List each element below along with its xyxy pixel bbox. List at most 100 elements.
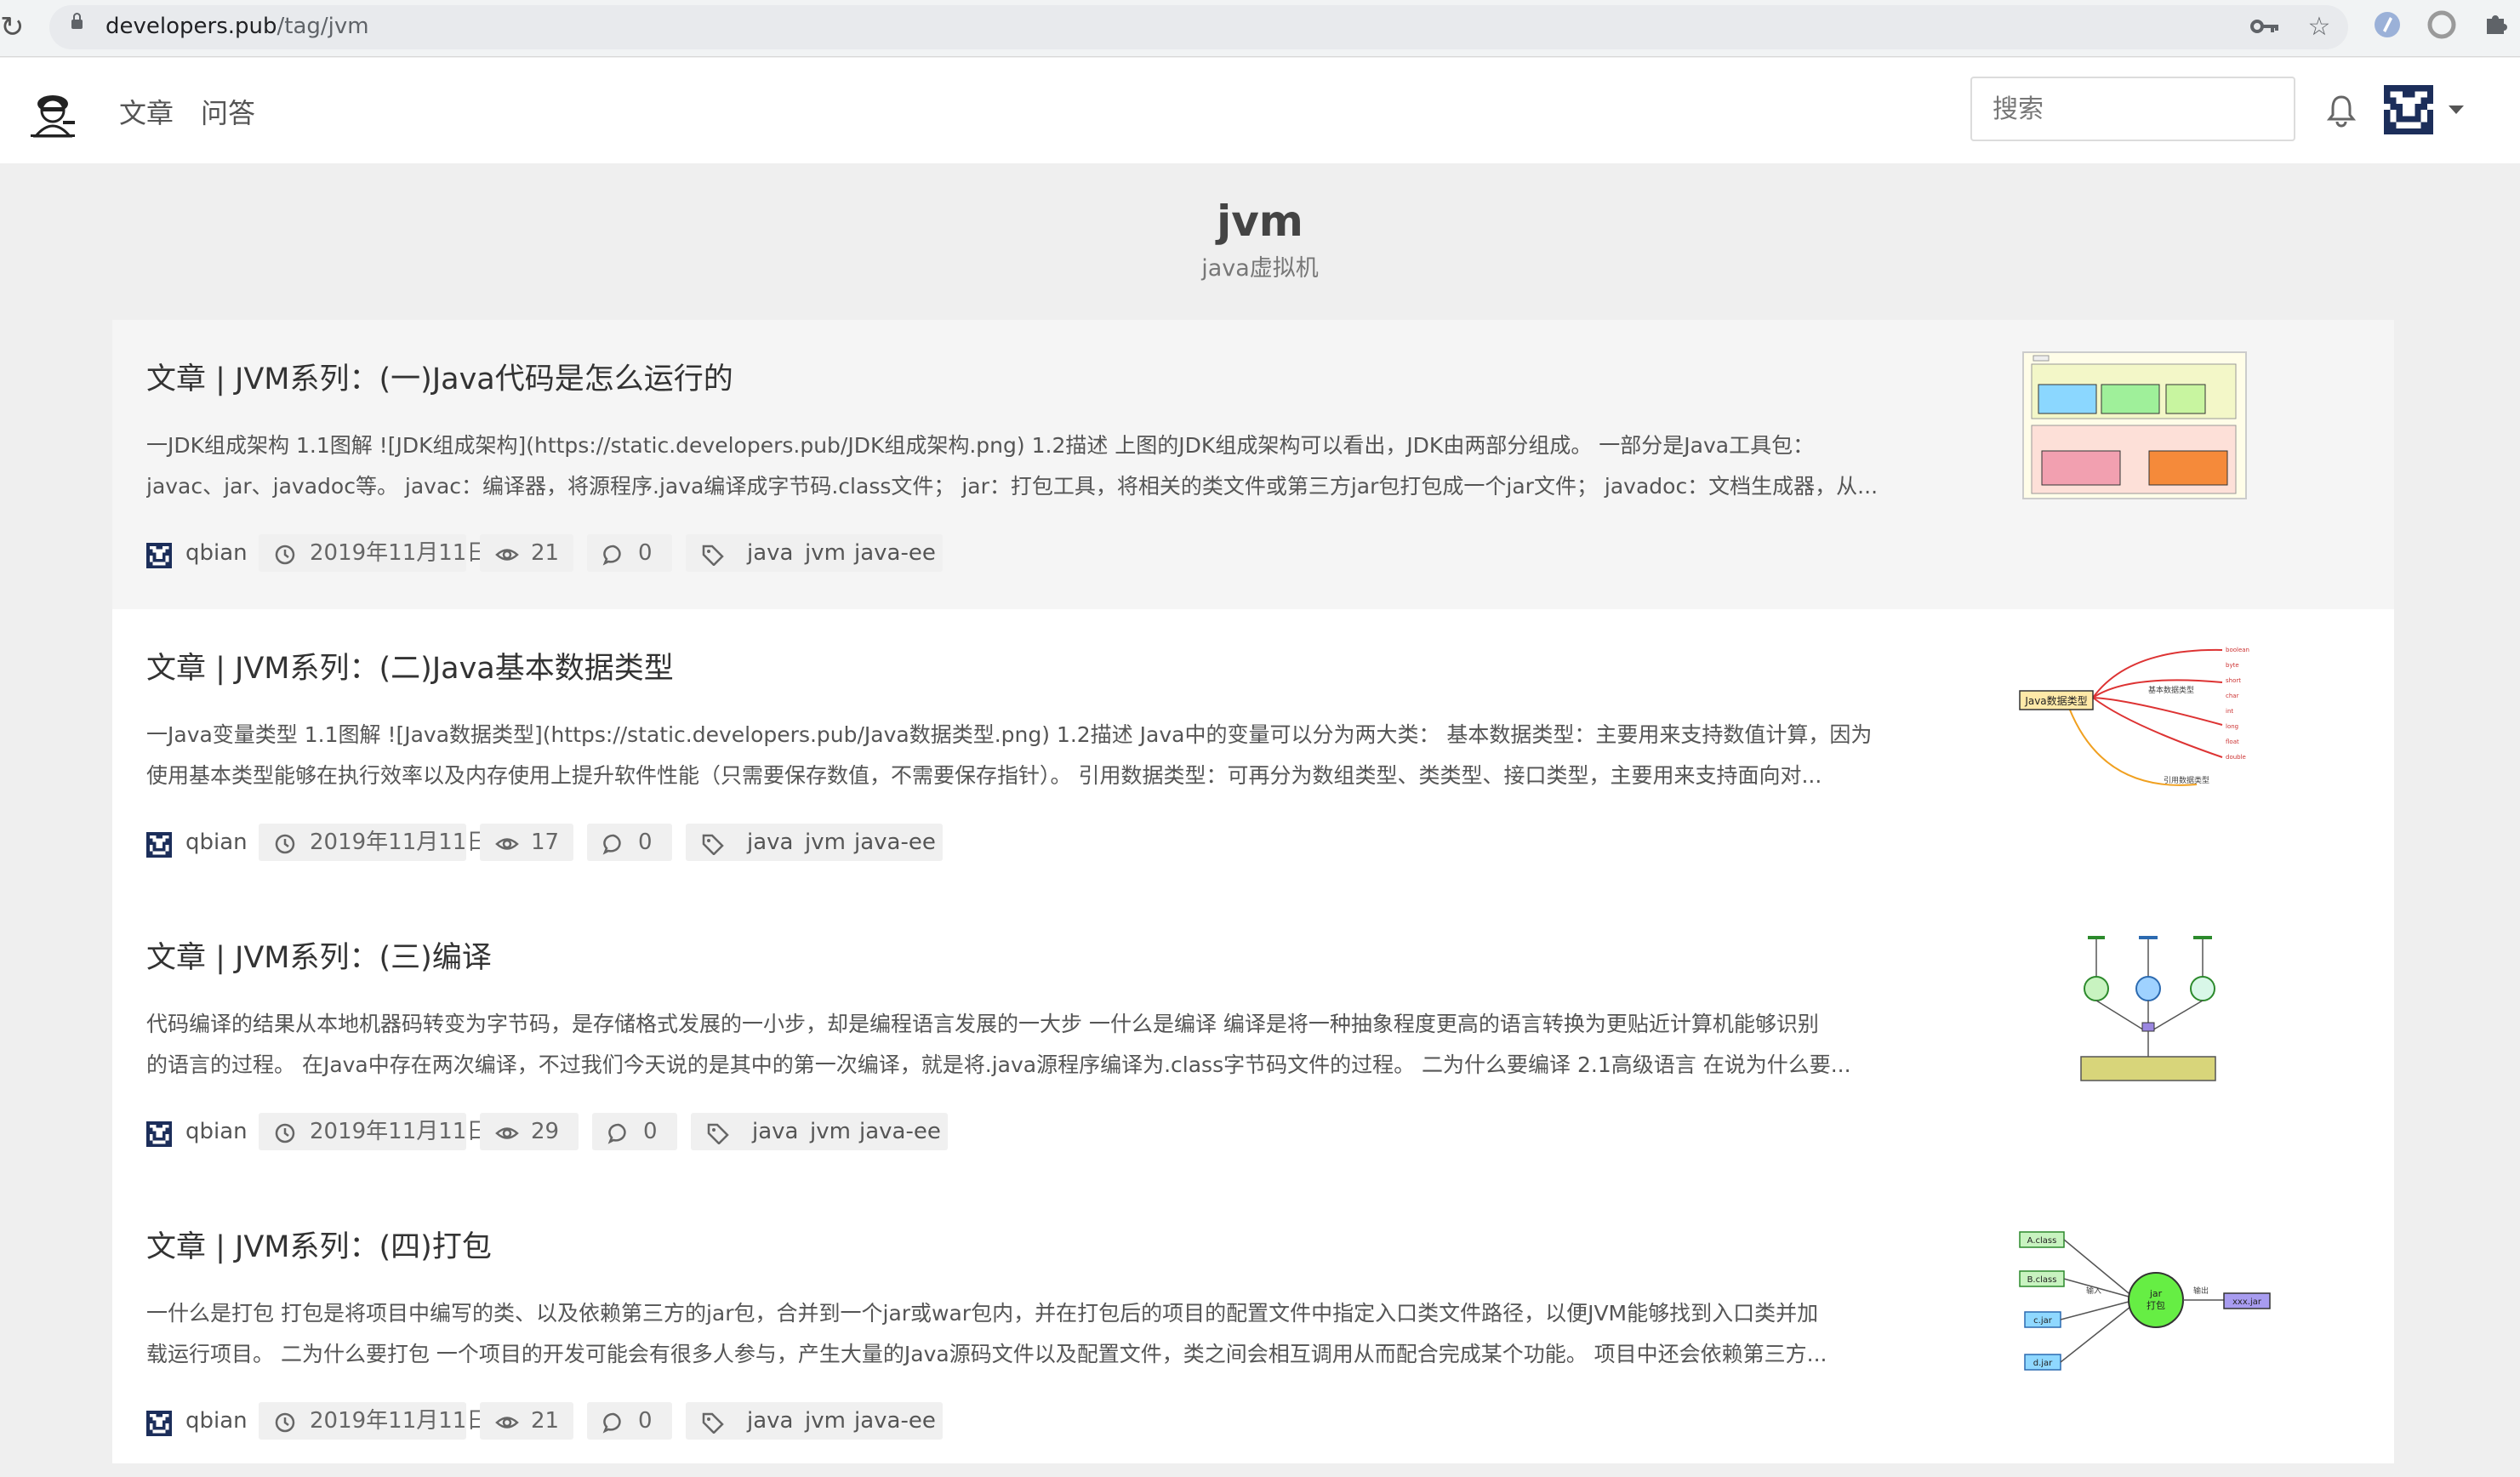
extension-icon[interactable]: [2425, 10, 2459, 44]
summary-line: 使用基本类型能够在执行效率以及内存使用上提升软件性能（只需要保存数值，不需要保存…: [146, 763, 1822, 788]
summary-line: 一Java变量类型 1.1图解 ![Java数据类型](https://stat…: [146, 722, 1873, 747]
tag-link[interactable]: java-ee: [854, 536, 936, 570]
tag-link[interactable]: jvm: [805, 825, 846, 859]
tag-link[interactable]: java: [747, 825, 793, 859]
author-avatar[interactable]: [146, 543, 172, 568]
article-thumbnail[interactable]: A.class B.class c.jar d.jar 输入 jar 打包 输出…: [2001, 1218, 2273, 1389]
summary-line: 一JDK组成架构 1.1图解 ![JDK组成架构](https://static…: [146, 433, 1815, 458]
article-title[interactable]: 文章 | JVM系列：(二)Java基本数据类型: [146, 648, 674, 689]
article-summary: 一JDK组成架构 1.1图解 ![JDK组成架构](https://static…: [146, 425, 2015, 507]
key-icon[interactable]: [2248, 10, 2282, 44]
tag-link[interactable]: jvm: [810, 1115, 851, 1149]
article-item[interactable]: 文章 | JVM系列：(一)Java代码是怎么运行的 一JDK组成架构 1.1图…: [112, 320, 2394, 609]
view-count: 17: [531, 830, 560, 855]
tag-icon: [702, 1412, 724, 1434]
thumb-label: float: [2226, 738, 2239, 745]
thumb-label: A.class: [2027, 1236, 2057, 1246]
thumb-label: c.jar: [2033, 1316, 2053, 1326]
author-name[interactable]: qbian: [185, 1404, 248, 1438]
url-text[interactable]: developers.pub/tag/jvm: [105, 12, 369, 41]
view-count: 21: [531, 540, 560, 566]
article-item[interactable]: 文章 | JVM系列：(二)Java基本数据类型 一Java变量类型 1.1图解…: [112, 609, 2394, 898]
tag-link[interactable]: jvm: [805, 1404, 846, 1438]
tags-badge: java jvm java-ee: [686, 1402, 943, 1440]
extension-icon[interactable]: [2370, 10, 2404, 44]
comments-badge: 0: [587, 1402, 672, 1440]
clock-icon: [275, 834, 295, 854]
article-summary: 一Java变量类型 1.1图解 ![Java数据类型](https://stat…: [146, 715, 2015, 796]
author-name[interactable]: qbian: [185, 536, 248, 570]
views-badge: 17: [480, 824, 573, 861]
thumb-label: boolean: [2226, 647, 2249, 653]
article-title[interactable]: 文章 | JVM系列：(四)打包: [146, 1227, 492, 1268]
summary-line: 载运行项目。 二为什么要打包 一个项目的开发可能会有很多人参与，产生大量的Jav…: [146, 1342, 1827, 1366]
tag-link[interactable]: jvm: [805, 536, 846, 570]
article-thumbnail[interactable]: [2001, 351, 2273, 521]
reload-icon[interactable]: ↻: [0, 12, 26, 43]
tags-badge: java jvm java-ee: [686, 824, 943, 861]
date-badge: 2019年11月11日: [259, 1402, 488, 1440]
article-thumbnail[interactable]: Java数据类型 基本数据类型 引用数据类型 boolean byte shor…: [2001, 640, 2273, 810]
site-header: 文章 问答: [0, 58, 2520, 163]
article-item[interactable]: 文章 | JVM系列：(四)打包 一什么是打包 打包是将项目中编写的类、以及依赖…: [112, 1188, 2394, 1477]
tags-badge: java jvm java-ee: [686, 534, 943, 572]
tag-icon: [702, 545, 724, 566]
views-badge: 21: [480, 534, 573, 572]
article-date: 2019年11月11日: [310, 1119, 489, 1144]
tag-icon: [702, 834, 724, 855]
comment-icon: [602, 1412, 621, 1434]
user-avatar[interactable]: [2384, 85, 2433, 134]
bell-icon[interactable]: [2326, 94, 2357, 128]
tag-link[interactable]: java-ee: [859, 1115, 941, 1149]
author-avatar[interactable]: [146, 1121, 172, 1147]
thumb-label: char: [2226, 693, 2239, 699]
tags-badge: java jvm java-ee: [691, 1113, 948, 1150]
lock-icon[interactable]: [71, 13, 83, 29]
puzzle-icon[interactable]: [2479, 10, 2513, 44]
search-input[interactable]: [1970, 77, 2295, 141]
tag-link[interactable]: java: [747, 1404, 793, 1438]
views-badge: 21: [480, 1402, 573, 1440]
thumb-label: Java数据类型: [2024, 694, 2087, 707]
author-avatar[interactable]: [146, 832, 172, 858]
eye-icon: [495, 549, 519, 561]
author-name[interactable]: qbian: [185, 1115, 248, 1149]
thumb-label: int: [2226, 708, 2233, 715]
thumb-label: B.class: [2027, 1275, 2057, 1285]
article-date: 2019年11月11日: [310, 1408, 489, 1434]
thumb-label: double: [2226, 754, 2246, 761]
article-title[interactable]: 文章 | JVM系列：(一)Java代码是怎么运行的: [146, 359, 733, 400]
eye-icon: [495, 1417, 519, 1429]
article-summary: 代码编译的结果从本地机器码转变为字节码，是存储格式发展的一小步，却是编程语言发展…: [146, 1004, 2015, 1086]
date-badge: 2019年11月11日: [259, 824, 488, 861]
tag-link[interactable]: java: [752, 1115, 798, 1149]
comment-icon: [607, 1123, 626, 1144]
comment-count: 0: [638, 830, 653, 855]
author-avatar[interactable]: [146, 1411, 172, 1436]
tag-icon: [707, 1123, 729, 1144]
tag-description: java虚拟机: [1201, 255, 1319, 282]
tag-link[interactable]: java-ee: [854, 825, 936, 859]
chevron-down-icon[interactable]: [2449, 106, 2464, 114]
nav-articles-link[interactable]: 文章: [119, 94, 174, 133]
article-title[interactable]: 文章 | JVM系列：(三)编译: [146, 938, 492, 978]
summary-line: 一什么是打包 打包是将项目中编写的类、以及依赖第三方的jar包，合并到一个jar…: [146, 1301, 1819, 1326]
site-logo[interactable]: [26, 87, 80, 138]
thumb-label: 输出: [2193, 1286, 2209, 1296]
clock-icon: [275, 1123, 295, 1143]
clock-icon: [275, 1412, 295, 1433]
clock-icon: [275, 545, 295, 565]
tag-link[interactable]: java-ee: [854, 1404, 936, 1438]
article-thumbnail[interactable]: [2001, 929, 2273, 1099]
thumb-label: 输入: [2086, 1286, 2101, 1296]
author-name[interactable]: qbian: [185, 825, 248, 859]
article-item[interactable]: 文章 | JVM系列：(三)编译 代码编译的结果从本地机器码转变为字节码，是存储…: [112, 898, 2394, 1188]
star-icon[interactable]: ☆: [2302, 10, 2336, 44]
nav-qa-link[interactable]: 问答: [201, 94, 255, 133]
date-badge: 2019年11月11日: [259, 534, 488, 572]
comment-icon: [602, 545, 621, 566]
tag-link[interactable]: java: [747, 536, 793, 570]
url-path: /tag/jvm: [277, 14, 369, 39]
summary-line: 代码编译的结果从本地机器码转变为字节码，是存储格式发展的一小步，却是编程语言发展…: [146, 1012, 1819, 1036]
address-bar[interactable]: [49, 5, 2348, 49]
